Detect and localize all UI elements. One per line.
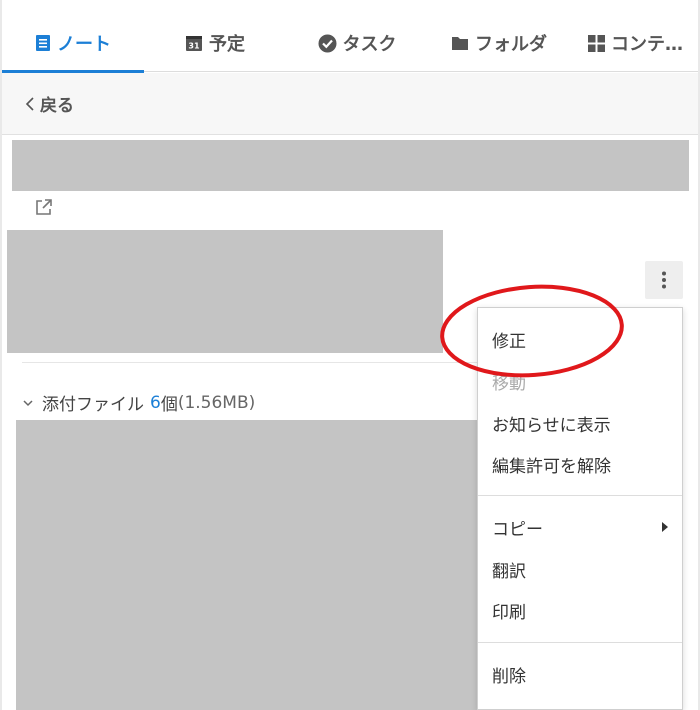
menu-separator <box>478 495 682 496</box>
more-options-button[interactable] <box>645 261 683 299</box>
external-link-icon[interactable] <box>34 197 54 221</box>
app-frame: ノート 31 予定 タスク フォルダ コンテ… 戻る 添付ファイル 6 個 (1… <box>0 0 700 710</box>
menu-item-translate[interactable]: 翻訳 <box>478 549 682 589</box>
calendar-day: 31 <box>188 42 200 51</box>
tab-schedule[interactable]: 31 予定 <box>144 14 286 72</box>
tab-note[interactable]: ノート <box>2 14 144 73</box>
menu-separator <box>478 642 682 643</box>
menu-item-label: 編集許可を解除 <box>492 456 611 477</box>
menu-item-label: 印刷 <box>492 602 526 623</box>
redacted-title <box>12 140 689 191</box>
check-circle-icon <box>318 34 337 53</box>
attachments-label: 添付ファイル <box>42 395 144 415</box>
back-bar: 戻る <box>2 73 698 135</box>
back-label: 戻る <box>40 96 74 116</box>
menu-item-show-in-notices[interactable]: お知らせに表示 <box>478 403 682 443</box>
back-button[interactable]: 戻る <box>24 91 74 116</box>
tab-label: タスク <box>342 34 397 55</box>
menu-item-label: 移動 <box>492 373 526 394</box>
tab-label: フォルダ <box>475 34 547 55</box>
menu-item-move: 移動 <box>478 361 682 401</box>
attachments-size: (1.56MB) <box>177 392 256 413</box>
tab-label: ノート <box>57 34 111 55</box>
menu-item-edit[interactable]: 修正 <box>478 319 682 359</box>
tab-folder[interactable]: フォルダ <box>428 14 570 72</box>
folder-icon <box>451 35 469 51</box>
more-vertical-icon <box>662 271 666 289</box>
menu-item-print[interactable]: 印刷 <box>478 590 682 630</box>
note-icon <box>35 34 51 52</box>
tab-bar: ノート 31 予定 タスク フォルダ コンテ… <box>2 14 698 73</box>
menu-item-label: 修正 <box>492 331 526 352</box>
menu-item-release-edit-permission[interactable]: 編集許可を解除 <box>478 444 682 484</box>
tab-task[interactable]: タスク <box>286 14 428 72</box>
attachments-count-unit: 個 <box>160 395 178 415</box>
menu-item-label: 削除 <box>492 666 526 687</box>
chevron-down-icon <box>23 399 33 406</box>
menu-item-label: 翻訳 <box>492 561 526 582</box>
attachments-toggle[interactable]: 添付ファイル 6 個 (1.56MB) <box>22 390 255 415</box>
tab-content[interactable]: コンテ… <box>570 14 698 72</box>
menu-item-label: コピー <box>492 519 543 540</box>
grid-icon <box>588 34 605 52</box>
menu-item-label: お知らせに表示 <box>492 415 611 436</box>
tab-label: 予定 <box>209 34 245 55</box>
tab-label: コンテ… <box>611 34 683 55</box>
content-divider <box>22 362 478 363</box>
calendar-icon: 31 <box>185 34 203 52</box>
menu-item-copy[interactable]: コピー <box>478 507 682 547</box>
context-menu: 修正 移動 お知らせに表示 編集許可を解除 コピー 翻訳 印刷 削除 <box>477 307 683 710</box>
redacted-body <box>7 230 443 353</box>
chevron-left-icon <box>25 96 34 111</box>
attachments-count: 6 <box>150 392 161 413</box>
redacted-attachments <box>16 420 478 710</box>
caret-right-icon <box>662 522 668 532</box>
menu-item-delete[interactable]: 削除 <box>478 654 682 694</box>
